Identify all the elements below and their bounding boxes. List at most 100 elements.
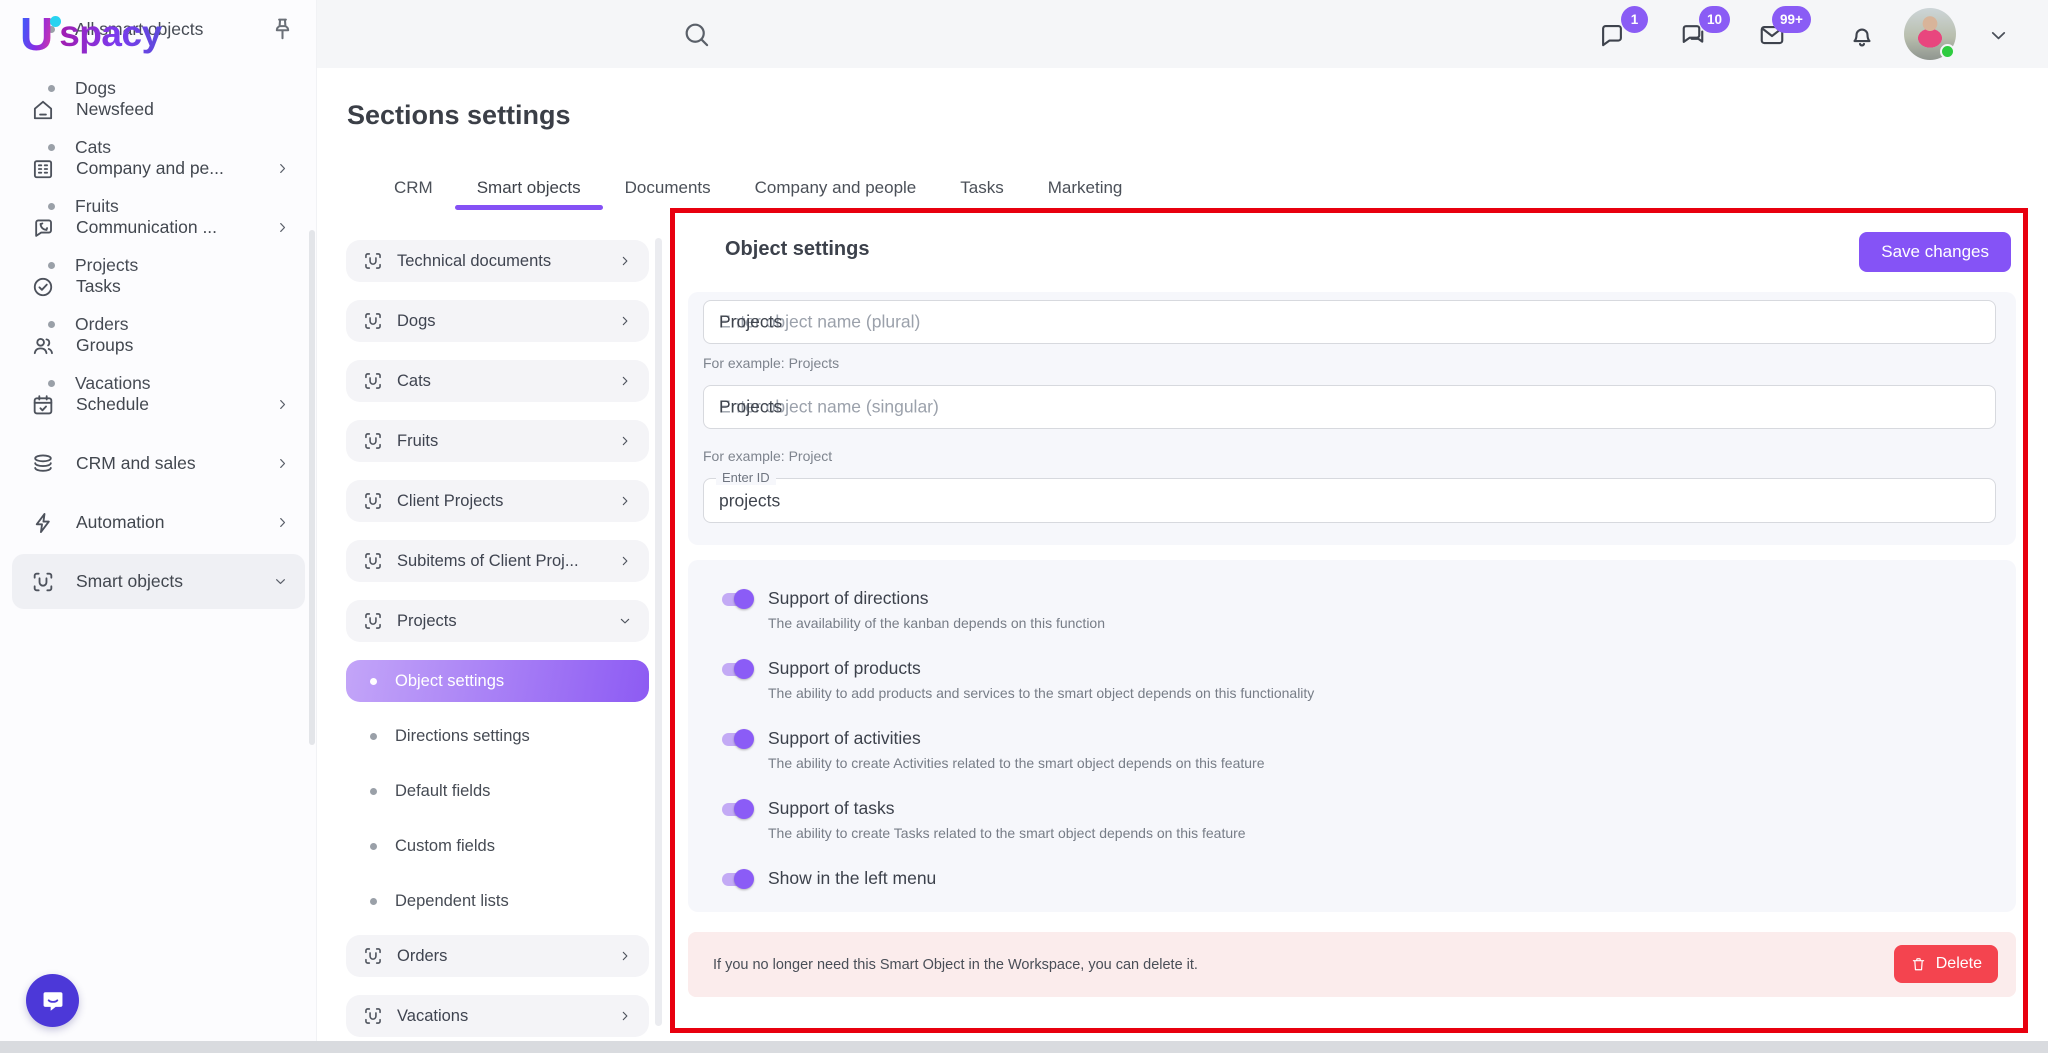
group-chat-badge: 10: [1699, 6, 1730, 33]
logo-dot: [50, 16, 61, 27]
sidebar-scrollbar[interactable]: [309, 230, 315, 745]
annotation-rectangle: Object settings Save changes Enter objec…: [670, 208, 2028, 1033]
sidebar-item-label: Communication ...: [76, 217, 254, 238]
toggle-row: Support of products The ability to add p…: [720, 656, 2016, 703]
tab[interactable]: Smart objects: [455, 168, 603, 208]
sidebar-item[interactable]: CRM and sales: [0, 434, 317, 493]
smart-object-card[interactable]: Vacations: [346, 995, 649, 1037]
object-settings-subitem[interactable]: Object settings: [346, 660, 649, 702]
chevron-right-icon: [617, 433, 633, 449]
toggle-label: Show in the left menu: [768, 866, 936, 891]
toggle-thumb: [734, 799, 754, 819]
smart-objects-icon: [362, 430, 384, 452]
smart-object-card-label: Technical documents: [397, 252, 604, 271]
sidebar-item[interactable]: Automation: [0, 493, 317, 552]
window-bottom-edge: [0, 1041, 2048, 1053]
delete-banner: If you no longer need this Smart Object …: [688, 932, 2016, 997]
tab[interactable]: CRM: [372, 168, 455, 208]
chevron-right-icon: [617, 253, 633, 269]
schedule-icon: [30, 392, 56, 418]
smart-object-card[interactable]: Orders: [346, 935, 649, 977]
toggle-switch[interactable]: [720, 869, 754, 889]
toggle-description: The ability to create Activities related…: [768, 753, 1265, 773]
sidebar-item-label: Newsfeed: [76, 99, 291, 120]
plural-name-helper: For example: Projects: [703, 355, 839, 371]
chevron-right-icon: [617, 948, 633, 964]
bullet-dot: [370, 678, 377, 685]
sidebar-item[interactable]: Groups: [0, 316, 317, 375]
active-tab-underline: [455, 205, 603, 210]
delete-button-label: Delete: [1936, 955, 1982, 973]
object-settings-heading: Object settings: [725, 238, 869, 261]
tab[interactable]: Marketing: [1026, 168, 1145, 208]
mail-badge: 99+: [1772, 6, 1811, 33]
object-settings-subitem[interactable]: Directions settings: [346, 715, 649, 757]
sidebar-item-label: Automation: [76, 512, 254, 533]
smart-object-card[interactable]: Fruits: [346, 420, 649, 462]
smart-object-card[interactable]: Cats: [346, 360, 649, 402]
object-subitem-label: Dependent lists: [395, 892, 509, 911]
tab[interactable]: Tasks: [938, 168, 1025, 208]
uspacy-logo[interactable]: U spacy: [20, 8, 162, 60]
toggles-section: Support of directions The availability o…: [688, 560, 2016, 912]
smart-object-card[interactable]: Technical documents: [346, 240, 649, 282]
sidebar-item-label: Tasks: [76, 276, 291, 297]
smart-object-card-label: Fruits: [397, 432, 604, 451]
chevron-down-icon[interactable]: [1986, 23, 2011, 48]
id-input[interactable]: Enter ID projects: [703, 478, 1996, 523]
toggle-switch[interactable]: [720, 589, 754, 609]
save-changes-button[interactable]: Save changes: [1859, 232, 2011, 272]
smart-objects-icon: [362, 945, 384, 967]
toggle-row: Support of activities The ability to cre…: [720, 726, 2016, 773]
objects-panel-scrollbar[interactable]: [655, 238, 662, 1026]
object-settings-subitem[interactable]: Dependent lists: [346, 880, 649, 922]
support-chat-fab[interactable]: [26, 974, 79, 1027]
online-status-dot: [1940, 44, 1955, 59]
tabs: CRM Smart objects Documents Company and …: [372, 168, 1144, 208]
plural-name-input[interactable]: Enter object name (plural) Projects: [703, 300, 1996, 344]
chevron-right-icon: [274, 396, 291, 413]
singular-name-input[interactable]: Enter object name (singular) Projects: [703, 385, 1996, 429]
sidebar-item[interactable]: Tasks: [0, 257, 317, 316]
pin-icon[interactable]: [268, 15, 297, 44]
tab-label: Marketing: [1048, 178, 1123, 198]
sidebar-item[interactable]: Company and pe...: [0, 139, 317, 198]
sidebar-item[interactable]: Newsfeed: [0, 80, 317, 139]
toggle-switch[interactable]: [720, 729, 754, 749]
toggle-switch[interactable]: [720, 659, 754, 679]
smart-object-card[interactable]: Subitems of Client Proj...: [346, 540, 649, 582]
object-settings-subitem[interactable]: Custom fields: [346, 825, 649, 867]
chevron-right-icon: [617, 1008, 633, 1024]
smart-object-card[interactable]: Client Projects: [346, 480, 649, 522]
smart-objects-icon: [362, 370, 384, 392]
communication-icon: [30, 215, 56, 241]
sidebar-nav: Newsfeed Company and pe... Communication…: [0, 80, 317, 611]
tab[interactable]: Documents: [603, 168, 733, 208]
delete-button[interactable]: Delete: [1894, 945, 1998, 983]
chevron-right-icon: [274, 160, 291, 177]
search-icon[interactable]: [681, 19, 712, 50]
smart-object-card-label: Orders: [397, 947, 604, 966]
sidebar-item[interactable]: Smart objects: [12, 554, 305, 609]
singular-name-value: Projects: [719, 397, 782, 418]
tab-label: CRM: [394, 178, 433, 198]
bell-icon[interactable]: [1847, 20, 1877, 50]
id-input-value: projects: [719, 490, 780, 511]
bullet-dot: [370, 898, 377, 905]
smart-object-card[interactable]: Projects: [346, 600, 649, 642]
sidebar-item[interactable]: Schedule: [0, 375, 317, 434]
smart-object-card[interactable]: Dogs: [346, 300, 649, 342]
object-settings-subitem[interactable]: Default fields: [346, 770, 649, 812]
object-subitem-label: Custom fields: [395, 837, 495, 856]
toggle-row: Support of directions The availability o…: [720, 586, 2016, 633]
bullet-dot: [370, 733, 377, 740]
sidebar-item[interactable]: Communication ...: [0, 198, 317, 257]
smart-objects-icon: [362, 250, 384, 272]
toggle-switch[interactable]: [720, 799, 754, 819]
sidebar: U spacy Newsfeed Company and pe... Commu…: [0, 0, 317, 1053]
bullet-dot: [370, 843, 377, 850]
chat-badge: 1: [1621, 6, 1648, 33]
singular-name-helper: For example: Project: [703, 448, 832, 464]
tab[interactable]: Company and people: [733, 168, 939, 208]
logo-u-mark: U: [20, 11, 53, 57]
